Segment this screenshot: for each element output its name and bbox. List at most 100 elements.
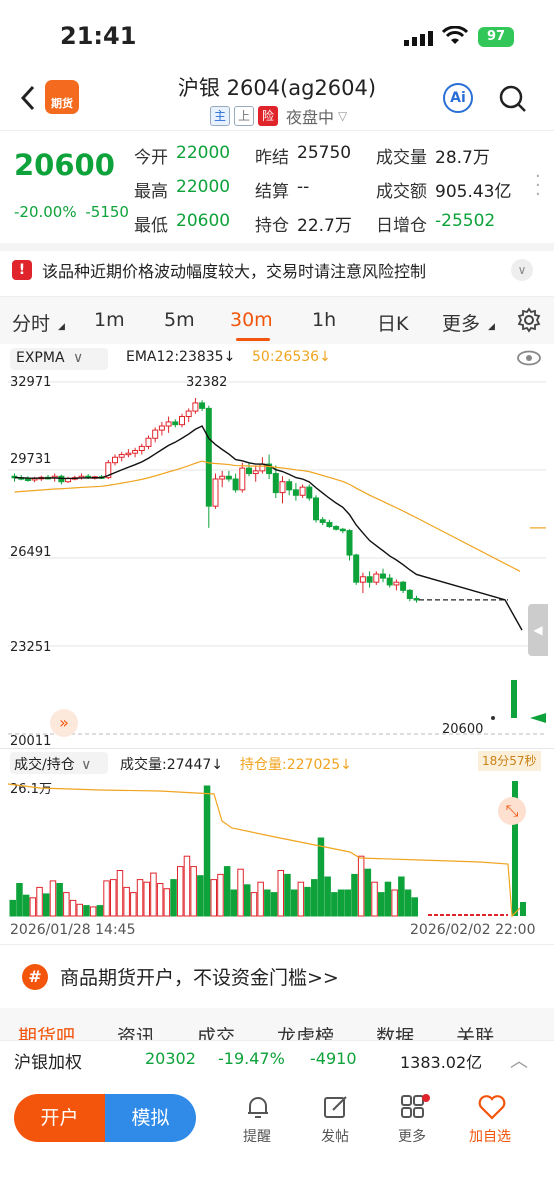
signal-icon <box>404 30 434 50</box>
y-tick-label: 32971 <box>10 375 52 390</box>
subtab-data[interactable]: 数据 <box>376 1022 414 1042</box>
volume-bar <box>123 886 130 917</box>
volume-bar <box>69 899 77 917</box>
tab-30m[interactable]: 30m <box>230 309 273 331</box>
high-price-label: 32382 <box>186 375 228 390</box>
volume-bar <box>223 866 231 917</box>
caret-icon: ◢ <box>488 322 495 332</box>
volume-bar <box>156 883 164 917</box>
ai-assistant-button[interactable]: Ai <box>443 83 473 113</box>
low-label: 最低 <box>134 216 168 236</box>
candle-body <box>306 486 313 499</box>
volume-bar <box>143 881 150 917</box>
candle-body <box>413 597 420 601</box>
subtab-trades[interactable]: 成交 <box>197 1022 235 1042</box>
candlestick-chart[interactable] <box>0 372 554 747</box>
expand-left-icon[interactable]: » <box>50 709 78 737</box>
volume-bar <box>344 889 351 917</box>
volume-bar <box>43 893 50 917</box>
volume-bar <box>56 883 63 917</box>
candle-body <box>359 576 366 583</box>
volume-chart[interactable] <box>0 776 554 922</box>
chevron-down-icon[interactable]: ∨ <box>511 259 533 281</box>
subtab-forum[interactable]: 期货吧 <box>18 1022 75 1042</box>
search-icon[interactable] <box>498 84 528 118</box>
volume-bar <box>277 870 284 917</box>
ticker-name: 沪银加权 <box>14 1053 82 1073</box>
candle-body <box>205 407 212 507</box>
indicator-select[interactable]: EXPMA ∨ <box>10 348 108 370</box>
candle-body <box>239 467 246 491</box>
x-end-label: 2026/02/02 22:00 <box>410 922 536 938</box>
more-grid-icon[interactable] <box>400 1094 430 1124</box>
tab-5m[interactable]: 5m <box>164 309 195 331</box>
turnover-value: 905.43亿 <box>435 182 512 202</box>
eye-icon[interactable] <box>516 349 542 371</box>
account-opening-banner[interactable]: # 商品期货开户，不设资金门槛>> <box>22 963 339 990</box>
volume-bar <box>244 884 251 917</box>
tab-1m[interactable]: 1m <box>94 309 125 331</box>
caret-icon: ◢ <box>58 322 65 332</box>
volume-bar <box>103 880 110 917</box>
ema12-label: EMA12:23835↓ <box>126 349 236 365</box>
candle-body <box>125 452 132 456</box>
tab-timeshare[interactable]: 分时 <box>12 309 50 336</box>
candle-body <box>252 470 259 475</box>
volume-bar <box>177 866 184 917</box>
simulate-button[interactable]: 模拟 <box>105 1094 196 1142</box>
volume-indicator-select[interactable]: 成交/持仓 ∨ <box>10 752 108 774</box>
open-interest-line <box>7 783 521 918</box>
last-price: 20600 <box>14 148 115 182</box>
volume-bar <box>63 892 70 917</box>
settings-gear-icon[interactable] <box>516 307 542 337</box>
open-interest-value-label: 持仓量:227025↓ <box>240 757 352 773</box>
volume-bar <box>270 892 278 917</box>
volume-bar <box>384 881 392 917</box>
bell-icon[interactable] <box>246 1094 270 1124</box>
candle-body <box>286 481 293 491</box>
candle-body <box>346 530 353 556</box>
candle-body <box>232 478 239 491</box>
weighted-index-row[interactable]: 沪银加权 20302 -19.47% -4910 1383.02亿 ︿ <box>0 1040 554 1080</box>
post-label[interactable]: 发帖 <box>321 1126 349 1146</box>
x-start-label: 2026/01/28 14:45 <box>10 922 136 938</box>
heart-icon[interactable] <box>478 1094 506 1124</box>
chevron-down-icon: ∨ <box>81 757 92 773</box>
candle-body <box>199 402 206 409</box>
more-vertical-icon[interactable]: · · · <box>535 168 541 204</box>
subtab-related[interactable]: 关联 <box>456 1022 494 1042</box>
volume-bar <box>136 879 144 917</box>
refresh-icon[interactable]: ⤡ <box>498 797 526 825</box>
volume-bar <box>391 889 398 917</box>
candle-body <box>406 589 413 599</box>
subtab-rankings[interactable]: 龙虎榜 <box>277 1022 334 1042</box>
open-interest-value: 22.7万 <box>297 216 352 236</box>
turnover-label: 成交额 <box>376 182 427 202</box>
volume-bar <box>9 899 16 917</box>
add-watchlist-label[interactable]: 加自选 <box>469 1126 511 1146</box>
volume-bar <box>297 881 305 917</box>
chevron-down-icon[interactable]: ▽ <box>338 109 347 123</box>
candle-body <box>299 486 306 496</box>
volume-bar <box>116 870 124 917</box>
risk-notice[interactable]: ! 该品种近期价格波动幅度较大，交易时请注意风险控制 <box>12 256 542 284</box>
tab-more[interactable]: 更多 <box>442 309 480 336</box>
candle-body <box>319 519 326 523</box>
collapse-panel-handle[interactable]: ◀ <box>528 604 548 656</box>
more-label[interactable]: 更多 <box>398 1126 426 1146</box>
active-tab-indicator <box>236 338 270 341</box>
prev-settle-value: 25750 <box>297 143 352 163</box>
tab-daily[interactable]: 日K <box>377 309 408 336</box>
volume-bar <box>331 892 338 917</box>
volume-bar <box>250 892 258 917</box>
volume-bar <box>36 886 43 917</box>
open-account-button[interactable]: 开户 <box>14 1094 105 1142</box>
tab-1h[interactable]: 1h <box>312 309 336 331</box>
chevron-up-icon[interactable]: ︿ <box>510 1047 528 1073</box>
y-tick-label: 26491 <box>10 545 52 560</box>
session-status[interactable]: 夜盘中 <box>286 104 334 128</box>
subtab-news[interactable]: 资讯 <box>117 1022 155 1042</box>
remind-label[interactable]: 提醒 <box>243 1126 271 1146</box>
indicator-label: EXPMA <box>16 350 65 366</box>
compose-icon[interactable] <box>323 1094 349 1124</box>
